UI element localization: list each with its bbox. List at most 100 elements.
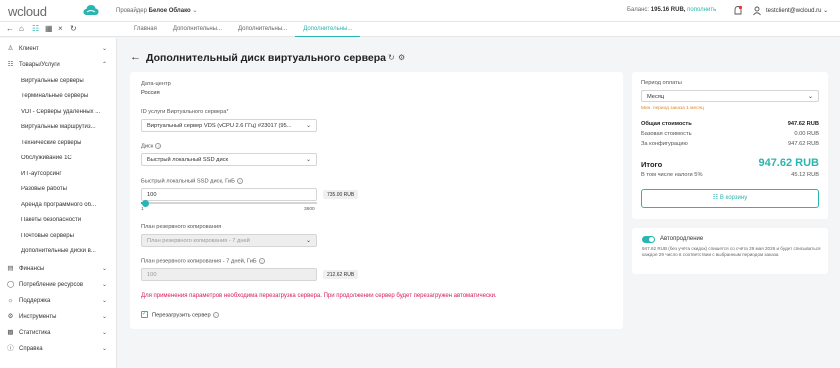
cloud-logo-icon	[83, 5, 99, 15]
sidebar-item-label: Инструменты	[19, 313, 57, 320]
chevron-down-icon: ⌄	[305, 157, 311, 163]
sidebar-subitem[interactable]: ИТ-аутсорсинг	[0, 166, 117, 182]
service-label: ID услуги Виртуального сервера*	[141, 109, 229, 115]
reboot-warning: Для применения параметров необходима пер…	[141, 293, 497, 299]
help-icon: ⓘ	[7, 345, 14, 352]
sidebar-item-tools[interactable]: ⚙ Инструменты ⌄	[0, 309, 117, 325]
sidebar-item-products[interactable]: ☷ Товары/Услуги ⌃	[0, 57, 117, 73]
chevron-down-icon: ⌄	[101, 298, 107, 304]
add-to-cart-button[interactable]: ☷ В корзину	[641, 189, 819, 208]
home-icon[interactable]: ⌂	[19, 24, 24, 33]
chevron-up-icon: ⌃	[101, 62, 107, 68]
settings-icon[interactable]: ⚙	[398, 53, 405, 62]
user-email: testclient@wcloud.ru	[766, 8, 822, 14]
backup-plan-select: План резервного копирования - 7 дней ⌄	[141, 234, 317, 247]
service-select-value: Виртуальный сервер VDS (vCPU 2.6 ГГц) #2…	[147, 123, 292, 129]
disk-size-slider[interactable]	[141, 199, 317, 207]
sidebar-subitem[interactable]: Виртуальные маршрутиз...	[0, 120, 117, 136]
summary-row-base-cost: Базовая стоимость 0.00 RUB	[641, 131, 819, 137]
cart-icon: ☷	[7, 61, 14, 68]
sidebar-subitem[interactable]: Почтовые серверы	[0, 228, 117, 244]
tab-additional-active[interactable]: Дополнительны...	[295, 22, 361, 37]
provider-selector[interactable]: Провайдер Белое Облако ⌄	[116, 7, 197, 14]
tab-home[interactable]: Главная	[126, 22, 165, 37]
sidebar-item-resources[interactable]: ◯ Потребление ресурсов ⌄	[0, 277, 117, 293]
tools-icon: ⚙	[7, 313, 14, 320]
sidebar-item-label: Финансы	[19, 265, 45, 272]
user-icon: ♙	[7, 45, 14, 52]
disk-size-input[interactable]: 100	[141, 188, 317, 201]
chevron-down-icon: ⌄	[101, 46, 107, 52]
sidebar-subitem[interactable]: Технические серверы	[0, 135, 117, 151]
top-up-link[interactable]: пополнить	[687, 7, 716, 13]
sidebar-subitem[interactable]: VDI - Серверы удаленных ...	[0, 104, 117, 120]
grid-icon[interactable]: ▦	[45, 24, 53, 33]
backup-size-input: 100	[141, 268, 317, 281]
chevron-down-icon: ⌄	[101, 266, 107, 272]
backup-size-label: План резервного копирования - 7 дней, Ги…	[141, 258, 265, 265]
period-note: Мин. период заказа 1 месяц	[641, 106, 704, 111]
sidebar-subitem[interactable]: Обслуживание 1С	[0, 151, 117, 167]
tab-additional-1[interactable]: Дополнительны...	[165, 22, 230, 37]
period-select-value: Месяц	[647, 93, 665, 100]
disk-select-value: Быстрый локальный SSD диск	[147, 157, 228, 163]
sidebar-item-label: Потребление ресурсов	[19, 281, 84, 288]
sidebar-subitem-active[interactable]: Дополнительные диски в...	[0, 244, 117, 260]
total-label: Итого	[641, 160, 663, 169]
total-value: 947.62 RUB	[758, 157, 819, 169]
disk-select[interactable]: Быстрый локальный SSD диск ⌄	[141, 153, 317, 166]
sidebar: ♙ Клиент ⌄ ☷ Товары/Услуги ⌃ Виртуальные…	[0, 38, 117, 368]
reboot-label: Перезагрузить сервер?	[152, 312, 219, 319]
order-summary: Период оплаты Месяц ⌄ Мин. период заказа…	[632, 72, 828, 219]
cart-icon: ☷	[712, 195, 719, 201]
support-icon: ☼	[7, 297, 14, 304]
info-icon[interactable]: ?	[258, 258, 265, 264]
balance-value: 195.16 RUB,	[650, 7, 686, 13]
autorenew-card: Автопродление 947.62 RUB (без учёта скид…	[632, 228, 828, 274]
slider-max: 3600	[304, 207, 315, 212]
refresh-icon[interactable]: ↻	[388, 53, 395, 62]
notification-bell-icon[interactable]	[734, 5, 743, 15]
back-arrow-icon[interactable]: ←	[130, 51, 141, 63]
user-menu[interactable]: testclient@wcloud.ru ⌄	[766, 7, 828, 14]
resources-icon: ◯	[7, 281, 15, 288]
sidebar-item-label: Статистика	[19, 329, 51, 336]
period-select[interactable]: Месяц ⌄	[641, 90, 819, 102]
info-icon[interactable]: ?	[212, 312, 219, 318]
sidebar-subitem[interactable]: Разовые работы	[0, 182, 117, 198]
add-to-cart-label: В корзину	[719, 195, 748, 201]
chevron-down-icon: ⌄	[305, 238, 311, 244]
sidebar-subitem[interactable]: Аренда программного об...	[0, 197, 117, 213]
autorenew-toggle[interactable]	[642, 236, 655, 243]
sub-bar: ← ⌂ ☷ ▦ × ↻ Главная Дополнительны... Доп…	[0, 22, 840, 37]
tab-additional-2[interactable]: Дополнительны...	[230, 22, 295, 37]
sidebar-item-client[interactable]: ♙ Клиент ⌄	[0, 41, 117, 57]
sidebar-subitem[interactable]: Виртуальные серверы	[0, 73, 117, 89]
refresh-icon[interactable]: ↻	[70, 24, 77, 33]
required-mark: *	[226, 109, 229, 115]
chevron-down-icon: ⌄	[101, 346, 107, 352]
info-icon[interactable]: ?	[155, 143, 162, 149]
period-label: Период оплаты	[641, 80, 682, 86]
user-avatar-icon[interactable]	[753, 6, 761, 16]
slider-handle[interactable]	[142, 199, 150, 207]
sidebar-subitem[interactable]: Терминальные серверы	[0, 89, 117, 105]
cart-icon[interactable]: ☷	[32, 24, 39, 33]
back-arrow-icon[interactable]: ←	[6, 24, 14, 33]
sidebar-item-help[interactable]: ⓘ Справка ⌄	[0, 341, 117, 357]
sidebar-subitem[interactable]: Пакеты безопасности	[0, 213, 117, 229]
balance-label: Баланс:	[627, 7, 650, 13]
logo[interactable]: wcloud	[8, 4, 47, 19]
sidebar-item-finance[interactable]: ▤ Финансы ⌄	[0, 261, 117, 277]
datacenter-label: Дата-центр	[141, 81, 171, 87]
tab-bar: Главная Дополнительны... Дополнительны..…	[126, 22, 361, 37]
summary-row-vat: В том числе налоги 5% 45.12 RUB	[641, 172, 819, 178]
chevron-down-icon: ⌄	[101, 330, 107, 336]
reboot-checkbox[interactable]: ✓	[141, 311, 148, 318]
info-icon[interactable]: ?	[236, 178, 243, 184]
sidebar-item-support[interactable]: ☼ Поддержка ⌄	[0, 293, 117, 309]
close-icon[interactable]: ×	[58, 24, 63, 33]
disk-label: Диск?	[141, 143, 162, 150]
service-select[interactable]: Виртуальный сервер VDS (vCPU 2.6 ГГц) #2…	[141, 119, 317, 132]
sidebar-item-stats[interactable]: ▩ Статистика ⌄	[0, 325, 117, 341]
